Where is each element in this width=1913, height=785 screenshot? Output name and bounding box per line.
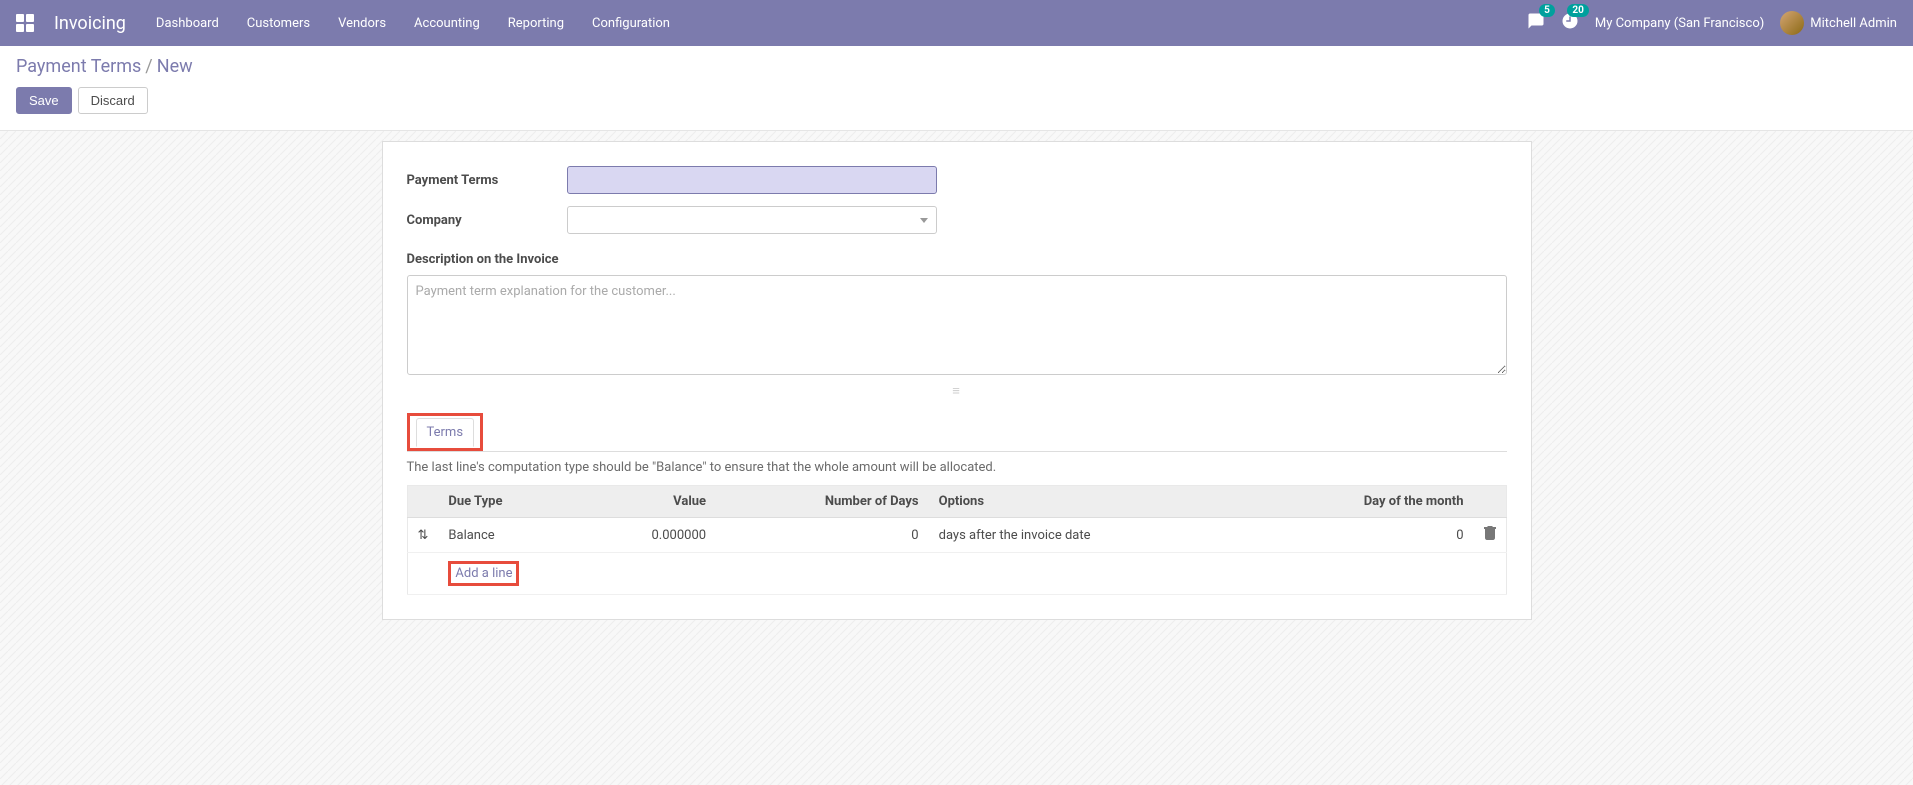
apps-icon[interactable] xyxy=(16,14,34,32)
trash-icon xyxy=(1484,526,1496,540)
main-area: Payment Terms Company Description on the… xyxy=(0,131,1913,785)
description-textarea[interactable] xyxy=(407,275,1507,375)
breadcrumb: Payment Terms/New xyxy=(16,56,1897,77)
cell-due-type[interactable]: Balance xyxy=(438,518,576,553)
resize-handle-icon[interactable]: ≡ xyxy=(407,383,1507,399)
discard-button[interactable]: Discard xyxy=(78,87,148,114)
col-options: Options xyxy=(929,486,1250,518)
activities-badge: 20 xyxy=(1567,4,1588,17)
col-value: Value xyxy=(577,486,716,518)
breadcrumb-root[interactable]: Payment Terms xyxy=(16,56,141,77)
col-day-month: Day of the month xyxy=(1250,486,1474,518)
col-due-type: Due Type xyxy=(438,486,576,518)
add-line-button[interactable]: Add a line xyxy=(455,566,512,581)
company-switcher[interactable]: My Company (San Francisco) xyxy=(1595,16,1764,31)
nav-vendors[interactable]: Vendors xyxy=(338,16,386,31)
drag-handle-icon[interactable]: ⇅ xyxy=(407,518,438,553)
avatar xyxy=(1780,11,1804,35)
table-row-add: Add a line xyxy=(407,553,1506,595)
user-menu[interactable]: Mitchell Admin xyxy=(1780,11,1897,35)
cell-num-days[interactable]: 0 xyxy=(716,518,929,553)
delete-row-button[interactable] xyxy=(1474,518,1507,553)
messages-button[interactable]: 5 xyxy=(1527,12,1545,34)
save-button[interactable]: Save xyxy=(16,87,72,114)
terms-hint: The last line's computation type should … xyxy=(407,460,1507,475)
control-panel: Payment Terms/New Save Discard xyxy=(0,46,1913,131)
col-num-days: Number of Days xyxy=(716,486,929,518)
top-navbar: Invoicing Dashboard Customers Vendors Ac… xyxy=(0,0,1913,46)
payment-terms-input[interactable] xyxy=(567,166,937,194)
user-name: Mitchell Admin xyxy=(1810,16,1897,31)
breadcrumb-current: New xyxy=(157,56,193,77)
cell-day-month[interactable]: 0 xyxy=(1250,518,1474,553)
nav-configuration[interactable]: Configuration xyxy=(592,16,670,31)
cell-value[interactable]: 0.000000 xyxy=(577,518,716,553)
nav-accounting[interactable]: Accounting xyxy=(414,16,480,31)
tab-terms[interactable]: Terms xyxy=(416,418,475,447)
messages-badge: 5 xyxy=(1539,4,1555,17)
description-label: Description on the Invoice xyxy=(407,252,1507,267)
tabs: Terms xyxy=(407,413,1507,452)
app-brand[interactable]: Invoicing xyxy=(54,13,126,34)
table-row[interactable]: ⇅ Balance 0.000000 0 days after the invo… xyxy=(407,518,1506,553)
form-sheet: Payment Terms Company Description on the… xyxy=(382,141,1532,620)
payment-terms-label: Payment Terms xyxy=(407,173,567,188)
cell-options[interactable]: days after the invoice date xyxy=(929,518,1250,553)
activities-button[interactable]: 20 xyxy=(1561,12,1579,34)
terms-table: Due Type Value Number of Days Options Da… xyxy=(407,485,1507,595)
company-select[interactable] xyxy=(567,206,937,234)
nav-reporting[interactable]: Reporting xyxy=(508,16,564,31)
nav-dashboard[interactable]: Dashboard xyxy=(156,16,219,31)
nav-customers[interactable]: Customers xyxy=(247,16,310,31)
company-label: Company xyxy=(407,213,567,228)
